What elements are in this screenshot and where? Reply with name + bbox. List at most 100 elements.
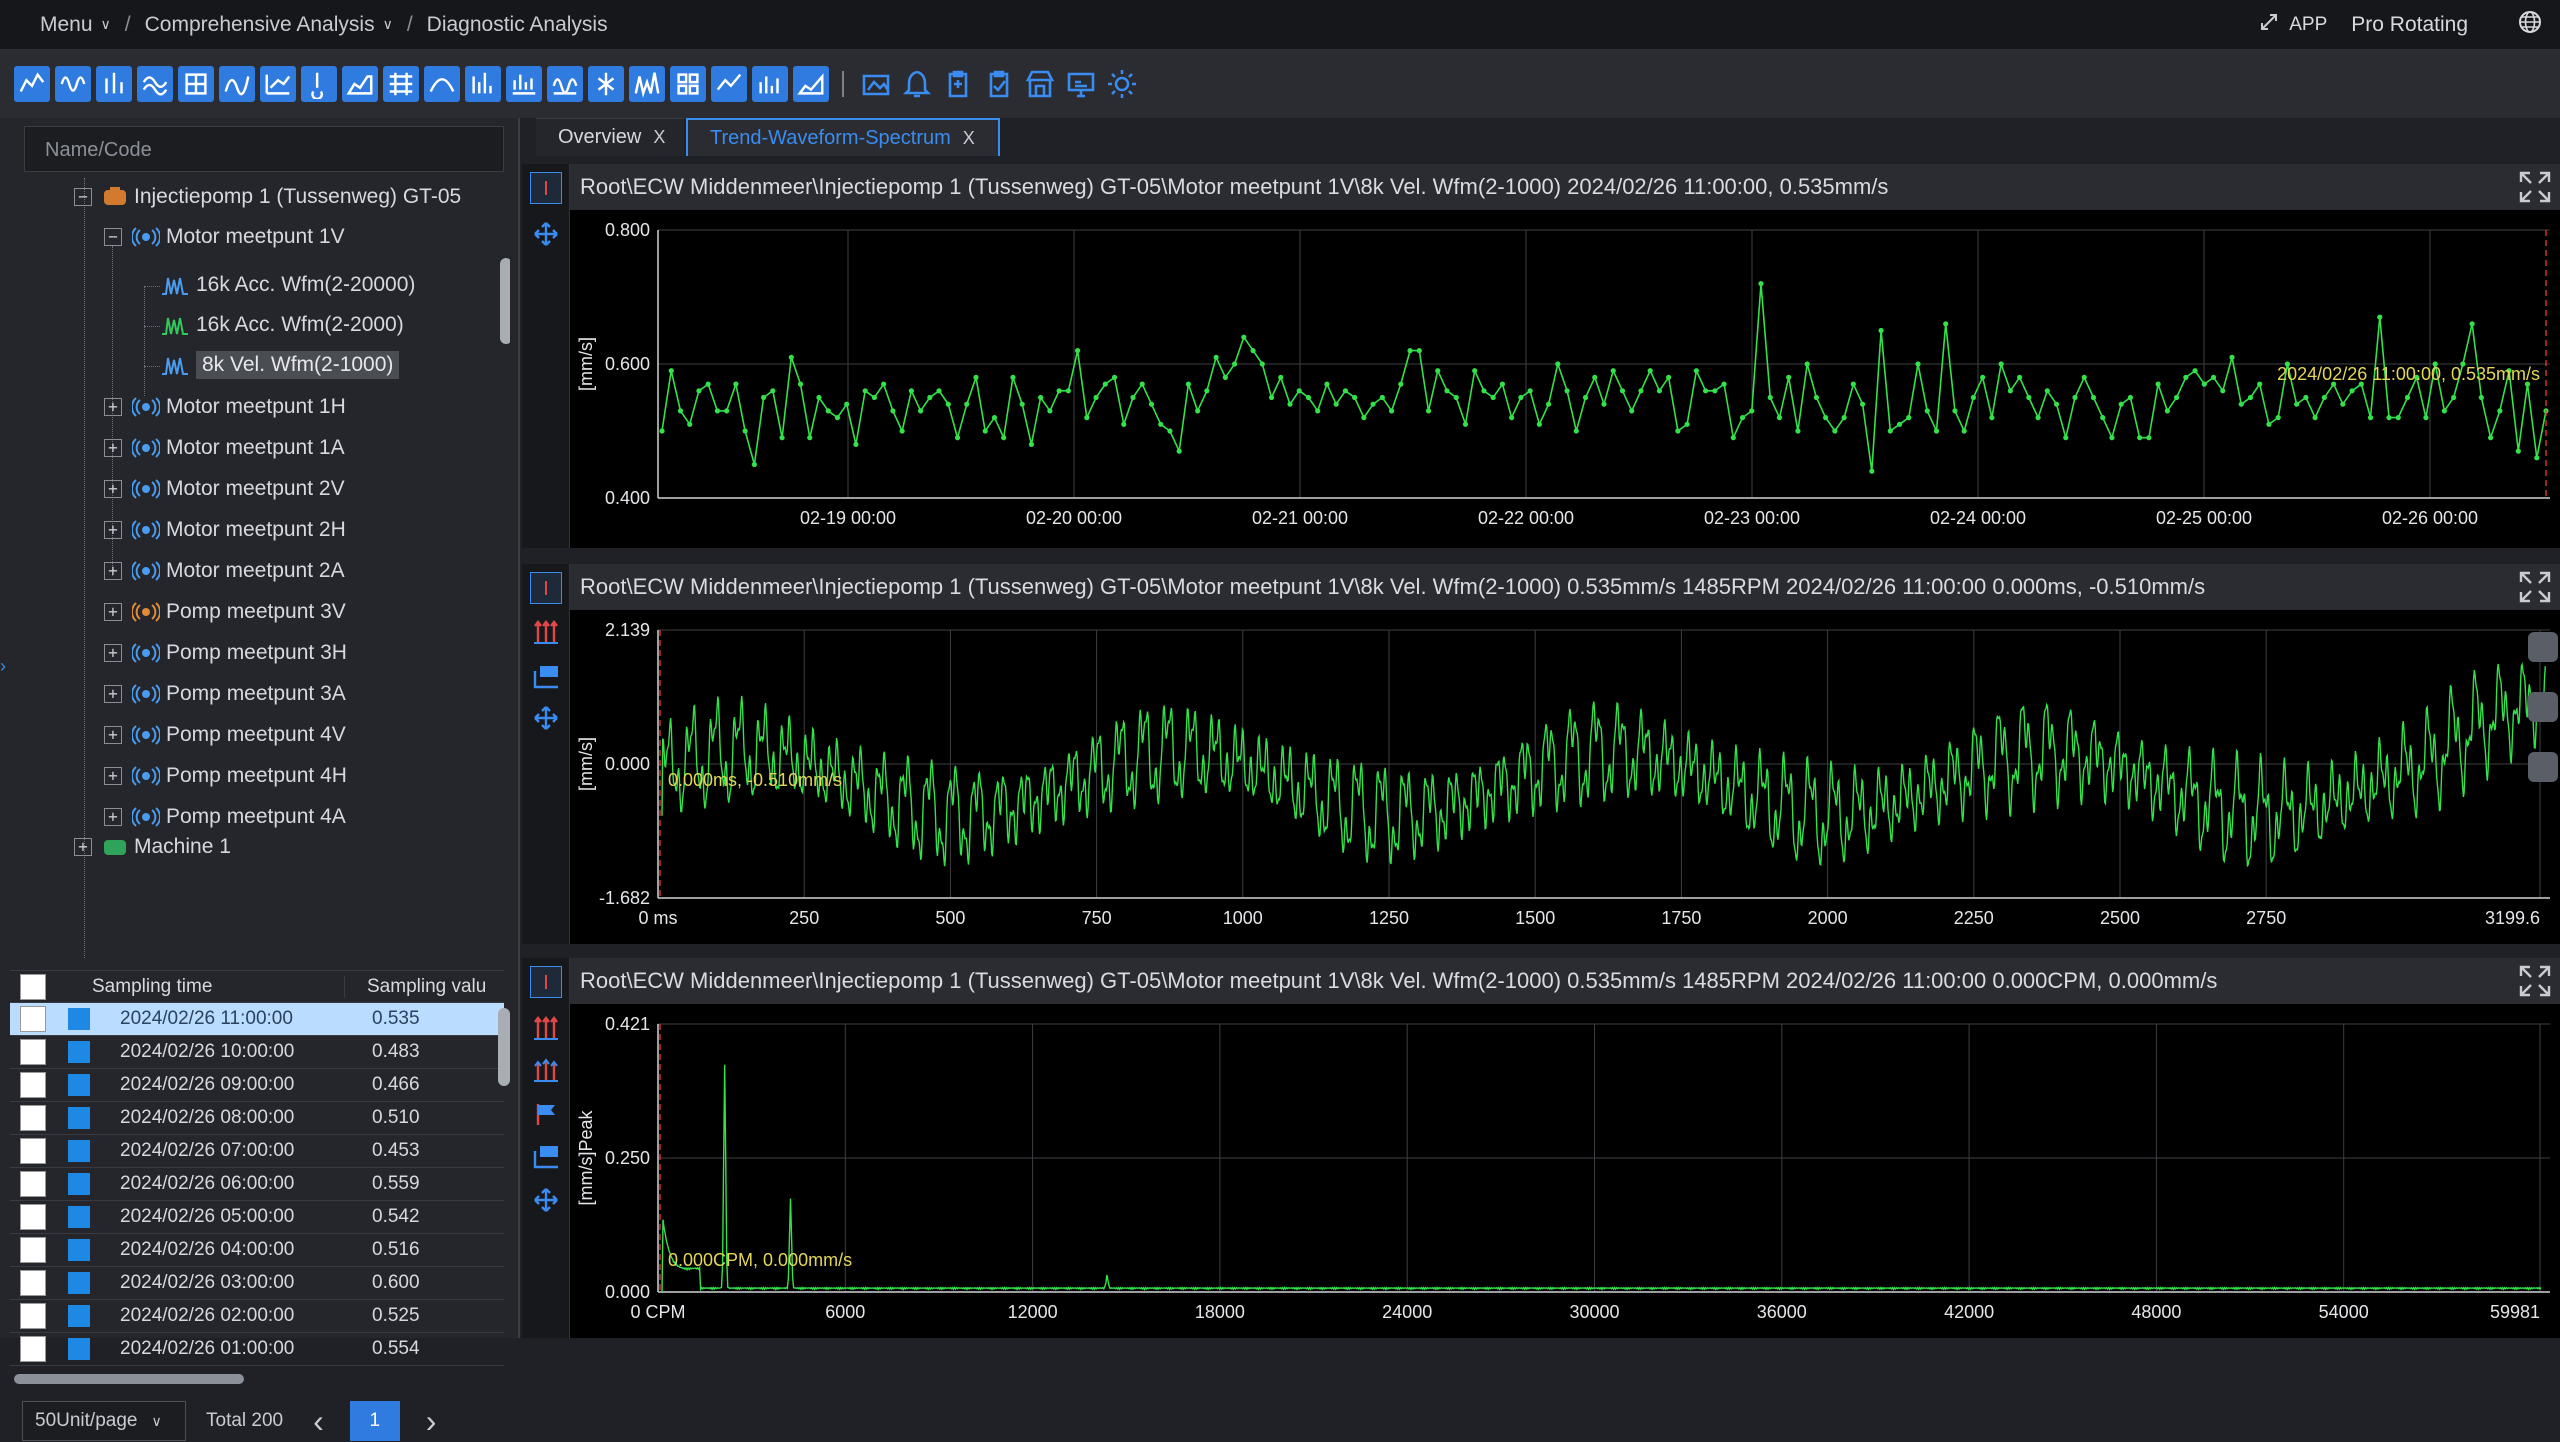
trend-point[interactable] bbox=[2405, 395, 2410, 400]
row-checkbox[interactable] bbox=[20, 1303, 46, 1329]
trend-point[interactable] bbox=[1250, 348, 1255, 353]
chart-type-icon[interactable] bbox=[2528, 632, 2558, 662]
trend-point[interactable] bbox=[1361, 415, 1366, 420]
trend-point[interactable] bbox=[2072, 395, 2077, 400]
trend-point[interactable] bbox=[1777, 415, 1782, 420]
row-checkbox[interactable] bbox=[20, 1138, 46, 1164]
trend-point[interactable] bbox=[1768, 395, 1773, 400]
trend-point[interactable] bbox=[733, 382, 738, 387]
trend-point[interactable] bbox=[1472, 368, 1477, 373]
monitor-icon[interactable] bbox=[1063, 66, 1099, 102]
trend-point[interactable] bbox=[1675, 428, 1680, 433]
expand-icon[interactable]: + bbox=[104, 726, 122, 744]
trend-point[interactable] bbox=[1592, 375, 1597, 380]
trend-point[interactable] bbox=[2497, 408, 2502, 413]
trend-point[interactable] bbox=[2534, 455, 2539, 460]
trend-point[interactable] bbox=[1417, 348, 1422, 353]
tree-node-channel-acc-2000[interactable]: 16k Acc. Wfm(2-2000) bbox=[160, 306, 404, 344]
trend-point[interactable] bbox=[807, 435, 812, 440]
trend-point[interactable] bbox=[835, 415, 840, 420]
trend-point[interactable] bbox=[2146, 435, 2151, 440]
trend-point[interactable] bbox=[1389, 408, 1394, 413]
trend-point[interactable] bbox=[1001, 435, 1006, 440]
table-row[interactable]: 2024/02/26 07:00:000.453 bbox=[10, 1135, 504, 1168]
row-checkbox[interactable] bbox=[20, 1072, 46, 1098]
trend-point[interactable] bbox=[1093, 395, 1098, 400]
trend-point[interactable] bbox=[2220, 388, 2225, 393]
trend-point[interactable] bbox=[1574, 428, 1579, 433]
collapse-icon[interactable]: − bbox=[74, 188, 92, 206]
trend-point[interactable] bbox=[1444, 388, 1449, 393]
trend-point[interactable] bbox=[1371, 402, 1376, 407]
image-icon[interactable] bbox=[858, 66, 894, 102]
trend-point[interactable] bbox=[844, 402, 849, 407]
expand-icon[interactable]: + bbox=[104, 480, 122, 498]
trend-point[interactable] bbox=[659, 428, 664, 433]
trend-point[interactable] bbox=[2294, 402, 2299, 407]
area-icon[interactable] bbox=[793, 66, 829, 102]
history-icon[interactable] bbox=[2528, 692, 2558, 722]
trend-point[interactable] bbox=[1749, 408, 1754, 413]
trend-point[interactable] bbox=[1269, 395, 1274, 400]
expand-icon[interactable]: + bbox=[104, 521, 122, 539]
trend-point[interactable] bbox=[1167, 428, 1172, 433]
trend-point[interactable] bbox=[2442, 408, 2447, 413]
app-link[interactable]: APP bbox=[2289, 14, 2327, 36]
tiles-icon[interactable] bbox=[670, 66, 706, 102]
trend-point[interactable] bbox=[2470, 321, 2475, 326]
trend-point[interactable] bbox=[2100, 415, 2105, 420]
table-row[interactable]: 2024/02/26 09:00:000.466 bbox=[10, 1069, 504, 1102]
table-row[interactable]: 2024/02/26 08:00:000.510 bbox=[10, 1102, 504, 1135]
fullscreen-icon[interactable] bbox=[2518, 570, 2552, 604]
row-checkbox[interactable] bbox=[20, 1105, 46, 1131]
trend-point[interactable] bbox=[973, 375, 978, 380]
trend-point[interactable] bbox=[1232, 361, 1237, 366]
trend-point[interactable] bbox=[826, 408, 831, 413]
trend-point[interactable] bbox=[1999, 361, 2004, 366]
trend-point[interactable] bbox=[1084, 415, 1089, 420]
trend-point[interactable] bbox=[1878, 328, 1883, 333]
trend-point[interactable] bbox=[2165, 408, 2170, 413]
tree-node-channel-vel-1000[interactable]: 8k Vel. Wfm(2-1000) bbox=[160, 346, 399, 384]
trend-point[interactable] bbox=[1260, 361, 1265, 366]
trend-point[interactable] bbox=[2349, 388, 2354, 393]
trend-point[interactable] bbox=[1057, 388, 1062, 393]
trend-point[interactable] bbox=[1795, 428, 1800, 433]
pan-tool-icon[interactable] bbox=[530, 702, 562, 734]
tree-node-motor-1v[interactable]: − Motor meetpunt 1V bbox=[104, 218, 345, 256]
trend-point[interactable] bbox=[2183, 375, 2188, 380]
trend-point[interactable] bbox=[2192, 368, 2197, 373]
trend-point[interactable] bbox=[1518, 395, 1523, 400]
trend-point[interactable] bbox=[1315, 408, 1320, 413]
menu-dropdown[interactable]: Menu ∨ bbox=[40, 13, 111, 37]
trend-point[interactable] bbox=[927, 395, 932, 400]
trend-point[interactable] bbox=[1324, 382, 1329, 387]
trend-point[interactable] bbox=[706, 382, 711, 387]
trend-point[interactable] bbox=[2239, 402, 2244, 407]
harmonic-cursor-icon[interactable] bbox=[530, 616, 562, 648]
trend-point[interactable] bbox=[1241, 335, 1246, 340]
trend-point[interactable] bbox=[2202, 382, 2207, 387]
table-scrollbar-horizontal[interactable] bbox=[14, 1374, 244, 1384]
trend-point[interactable] bbox=[1130, 395, 1135, 400]
trend-point[interactable] bbox=[2109, 435, 2114, 440]
expand-icon[interactable]: + bbox=[104, 603, 122, 621]
row-checkbox[interactable] bbox=[20, 1270, 46, 1296]
trend-point[interactable] bbox=[1758, 281, 1763, 286]
trend-point[interactable] bbox=[2396, 415, 2401, 420]
trend-point[interactable] bbox=[2229, 355, 2234, 360]
trend-point[interactable] bbox=[1546, 402, 1551, 407]
expand-icon[interactable]: + bbox=[74, 838, 92, 856]
trend-point[interactable] bbox=[1564, 388, 1569, 393]
expand-icon[interactable]: + bbox=[104, 808, 122, 826]
trend-point[interactable] bbox=[1306, 395, 1311, 400]
trend-point[interactable] bbox=[1537, 422, 1542, 427]
next-page-button[interactable]: › bbox=[426, 1403, 437, 1440]
table-row[interactable]: 2024/02/26 02:00:000.525 bbox=[10, 1300, 504, 1333]
trend-point[interactable] bbox=[1121, 422, 1126, 427]
trend-point[interactable] bbox=[2026, 395, 2031, 400]
trend-point[interactable] bbox=[1038, 395, 1043, 400]
orbit-icon[interactable] bbox=[178, 66, 214, 102]
trend-point[interactable] bbox=[2156, 382, 2161, 387]
trend-point[interactable] bbox=[1380, 395, 1385, 400]
